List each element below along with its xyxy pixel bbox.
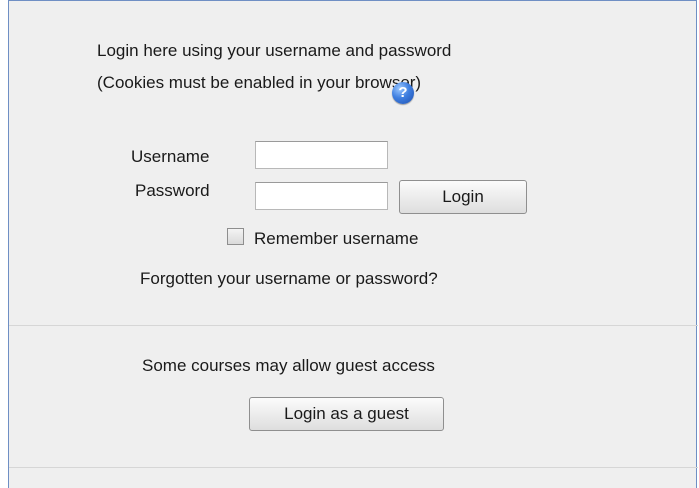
- login-panel: Login here using your username and passw…: [8, 0, 698, 488]
- remember-username-checkbox[interactable]: [227, 228, 244, 245]
- bottom-divider: [9, 467, 698, 468]
- login-as-guest-button[interactable]: Login as a guest: [249, 397, 444, 431]
- login-intro-line2: (Cookies must be enabled in your browser…: [97, 73, 422, 92]
- forgot-password-link[interactable]: Forgotten your username or password?: [140, 269, 438, 289]
- guest-access-message: Some courses may allow guest access: [142, 356, 435, 375]
- section-divider: [9, 325, 698, 326]
- help-icon[interactable]: ?: [392, 82, 414, 104]
- login-intro-line1: Login here using your username and passw…: [97, 41, 452, 60]
- username-input[interactable]: [255, 141, 388, 169]
- password-label: Password: [135, 181, 210, 200]
- password-input[interactable]: [255, 182, 388, 210]
- username-label: Username: [131, 147, 210, 166]
- remember-username-label[interactable]: Remember username: [254, 229, 418, 249]
- login-button[interactable]: Login: [399, 180, 527, 214]
